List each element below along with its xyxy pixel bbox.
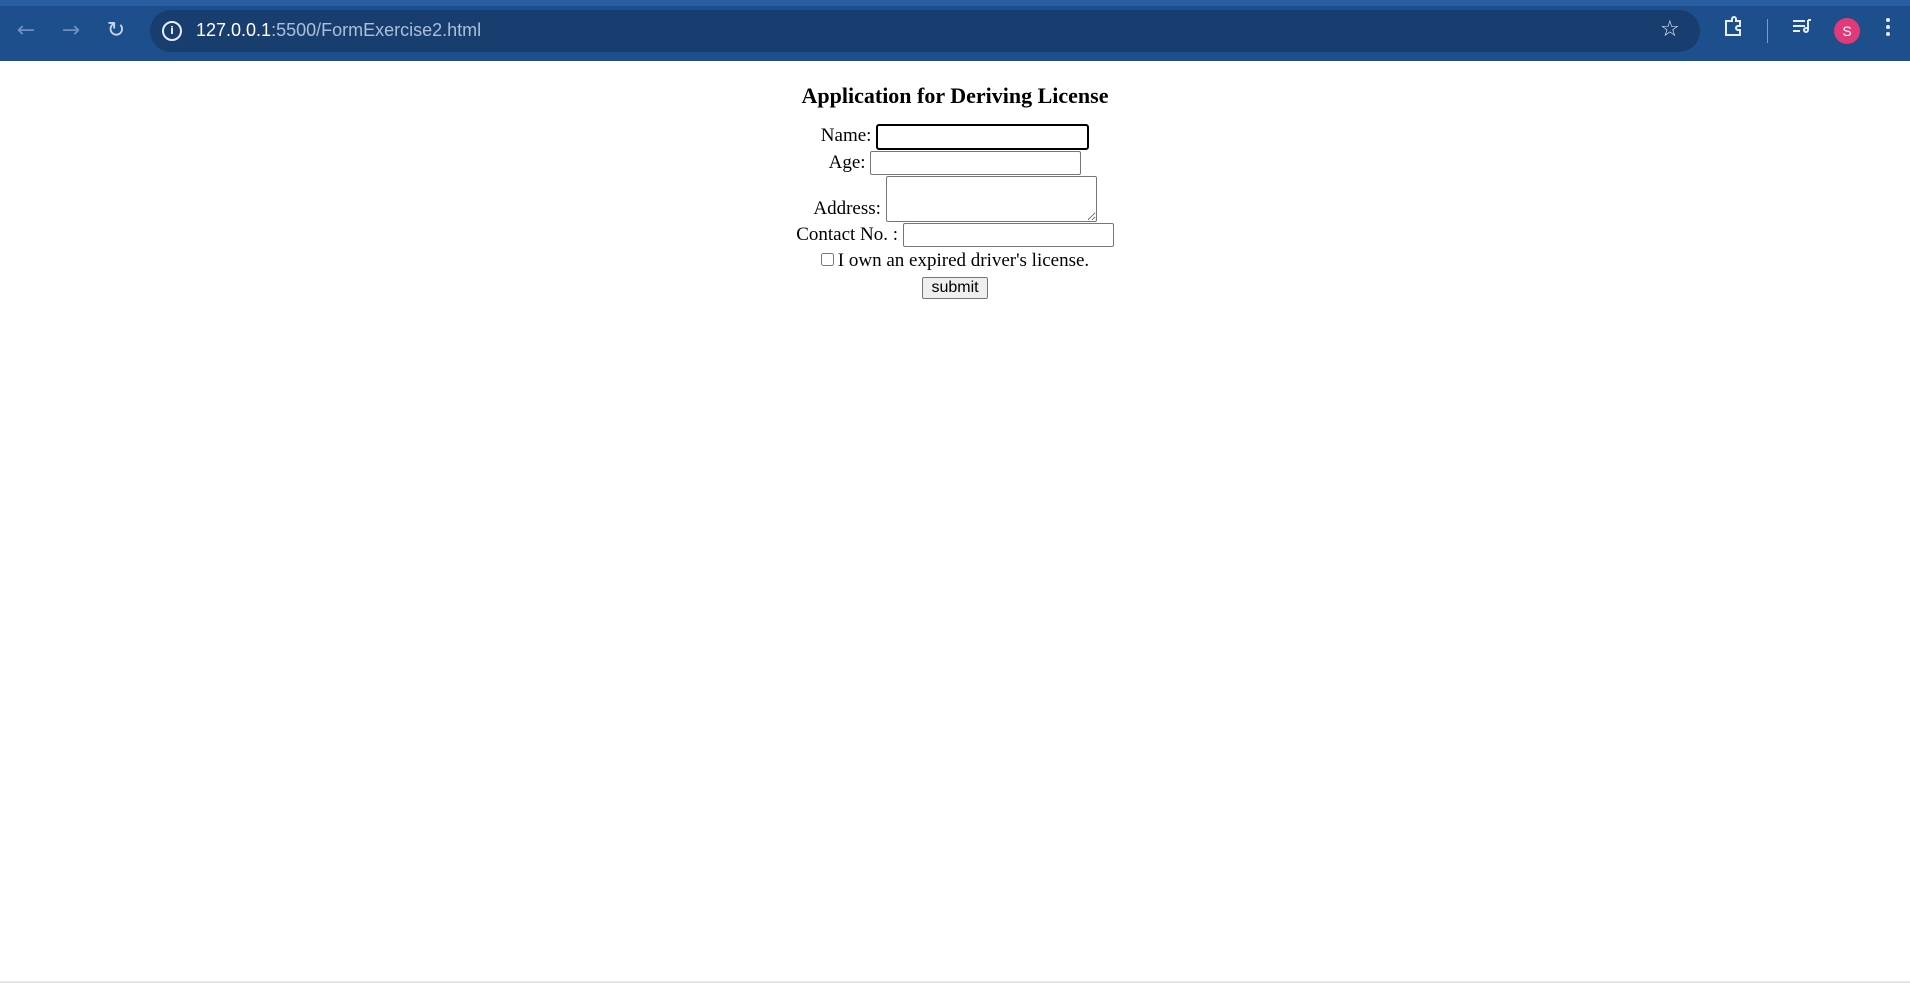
url-host: 127.0.0.1 (196, 20, 272, 40)
browser-toolbar: ← → ↻ i 127.0.0.1:5500/FormExercise2.htm… (0, 0, 1910, 61)
forward-button[interactable]: → (55, 14, 87, 46)
age-input[interactable] (870, 151, 1082, 176)
page-content: Application for Deriving License Name: A… (0, 61, 1910, 983)
profile-avatar[interactable]: S (1834, 18, 1860, 44)
address-label: Address: (813, 197, 886, 219)
submit-row: submit (0, 274, 1910, 300)
tab-strip-edge (0, 0, 1910, 6)
contact-input[interactable] (902, 223, 1114, 248)
toolbar-divider (1767, 19, 1768, 43)
address-row: Address: (0, 175, 1910, 222)
browser-menu-icon[interactable] (1884, 15, 1892, 45)
contact-row: Contact No. : (0, 222, 1910, 248)
name-label: Name: (820, 125, 877, 146)
checkbox-row: I own an expired driver's license. (0, 248, 1910, 274)
age-label: Age: (828, 151, 871, 173)
contact-label: Contact No. : (796, 223, 903, 245)
checkbox-label: I own an expired driver's license. (837, 249, 1090, 271)
expired-license-checkbox[interactable] (820, 252, 834, 266)
bookmark-star-icon[interactable]: ☆ (1660, 17, 1680, 42)
back-button[interactable]: ← (10, 14, 42, 46)
form-heading: Application for Deriving License (801, 83, 1109, 108)
site-info-icon[interactable]: i (162, 21, 182, 41)
address-bar[interactable]: i 127.0.0.1:5500/FormExercise2.html ☆ (150, 10, 1700, 52)
reload-button[interactable]: ↻ (100, 14, 132, 46)
url-path: :5500/FormExercise2.html (271, 20, 482, 40)
age-row: Age: (0, 150, 1910, 176)
name-row: Name: (0, 123, 1910, 150)
url-text[interactable]: 127.0.0.1:5500/FormExercise2.html (196, 20, 481, 41)
address-textarea[interactable] (885, 175, 1097, 222)
license-form: Application for Deriving License Name: A… (0, 83, 1910, 300)
extensions-icon[interactable] (1722, 15, 1746, 45)
media-controls-icon[interactable] (1790, 15, 1814, 45)
name-input[interactable] (876, 123, 1090, 150)
submit-button[interactable]: submit (922, 276, 988, 299)
